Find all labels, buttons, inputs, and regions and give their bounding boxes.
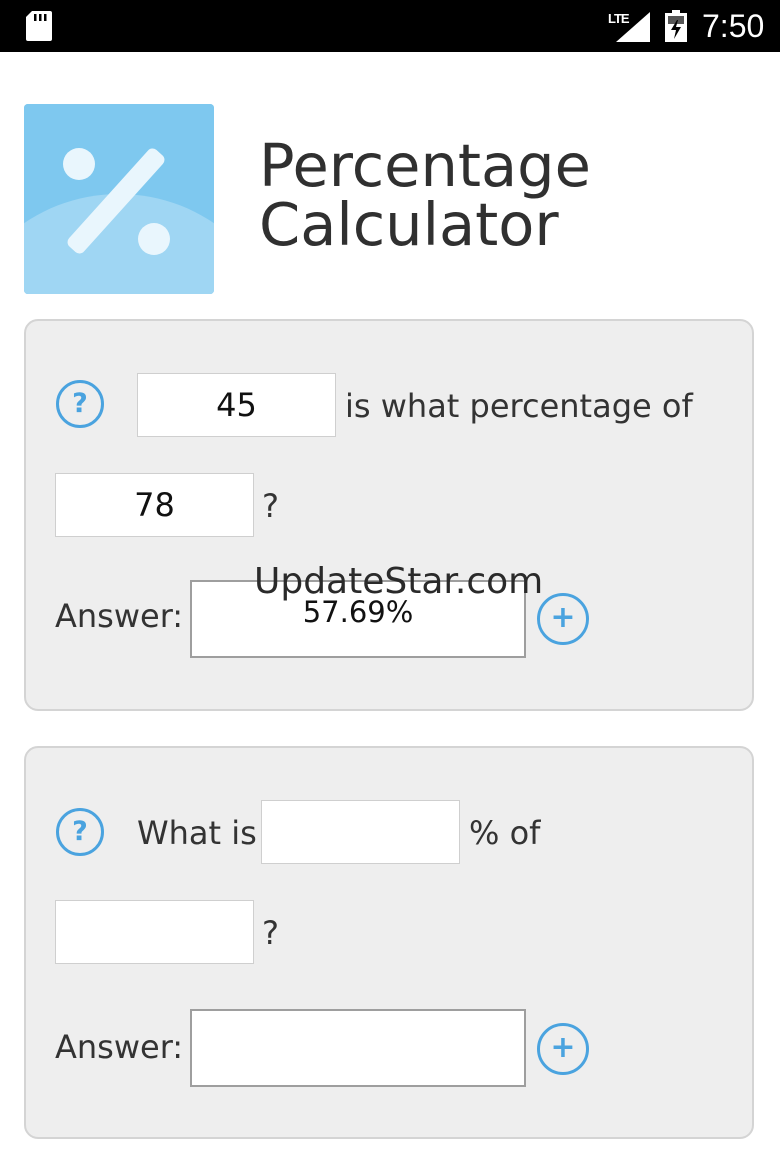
add-button[interactable]: + — [537, 593, 589, 645]
question-text: % of — [469, 814, 541, 852]
sim-card-icon — [26, 11, 52, 41]
app-logo — [24, 104, 214, 294]
answer-label: Answer: — [55, 597, 184, 635]
value-input-1[interactable] — [261, 800, 460, 864]
value-input-2[interactable]: 78 — [55, 473, 254, 537]
calc-card-what-percentage: ? 45 is what percentage of 78 ? Answer: … — [24, 319, 754, 711]
help-button[interactable]: ? — [56, 380, 104, 428]
help-button[interactable]: ? — [56, 808, 104, 856]
answer-label: Answer: — [55, 1028, 184, 1066]
question-mark: ? — [262, 487, 279, 525]
calc-card-what-is: ? What is % of ? Answer: + — [24, 746, 754, 1139]
value-input-2[interactable] — [55, 900, 254, 964]
add-button[interactable]: + — [537, 1023, 589, 1075]
question-prefix: What is — [137, 814, 257, 852]
clock: 7:50 — [702, 8, 765, 44]
percent-icon — [24, 104, 214, 294]
signal-icon — [616, 12, 650, 42]
value-input-1[interactable]: 45 — [137, 373, 336, 437]
app-title: Percentage Calculator — [259, 136, 591, 254]
answer-output — [190, 1009, 526, 1087]
app-title-line1: Percentage — [259, 131, 591, 200]
question-mark: ? — [262, 914, 279, 952]
question-text: is what percentage of — [345, 387, 693, 425]
battery-charging-icon — [665, 10, 687, 42]
answer-output: 57.69% — [190, 580, 526, 658]
status-bar: LTE 7:50 — [0, 0, 780, 52]
app-title-line2: Calculator — [259, 190, 559, 259]
